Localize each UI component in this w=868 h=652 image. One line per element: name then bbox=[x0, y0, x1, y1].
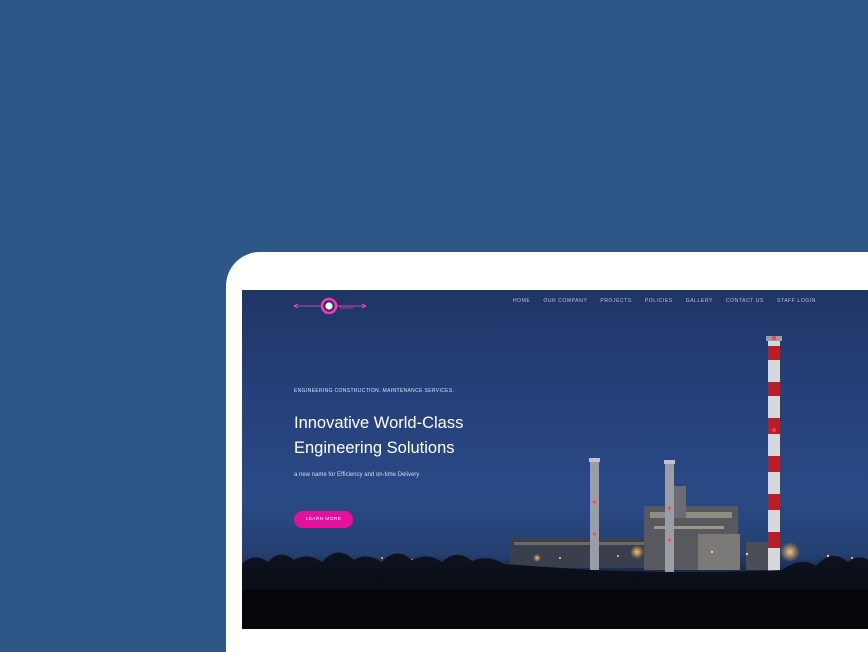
nav-item-projects[interactable]: PROJECTS bbox=[600, 298, 631, 304]
nav-item-contact-us[interactable]: CONTACT US bbox=[726, 298, 764, 304]
logo-icon bbox=[293, 297, 367, 315]
learn-more-button[interactable]: LEARN MORE bbox=[294, 511, 353, 528]
hero-headline: Innovative World-Class Engineering Solut… bbox=[294, 411, 534, 461]
hero-eyebrow: ENGINEERING CONSTRUCTION. MAINTENANCE SE… bbox=[294, 388, 455, 394]
website-screen: Turbon HOME OUR COMPANY PROJECTS POLICIE… bbox=[242, 290, 868, 629]
nav-item-our-company[interactable]: OUR COMPANY bbox=[543, 298, 587, 304]
nav-item-staff-login[interactable]: STAFF LOGIN bbox=[777, 298, 816, 304]
logo-wordmark: Turbon bbox=[339, 305, 354, 310]
nav-item-home[interactable]: HOME bbox=[513, 298, 530, 304]
nav-item-gallery[interactable]: GALLERY bbox=[686, 298, 713, 304]
nav-item-policies[interactable]: POLICIES bbox=[645, 298, 673, 304]
hero-headline-line-2: Engineering Solutions bbox=[294, 439, 455, 457]
hero-headline-line-1: Innovative World-Class bbox=[294, 414, 464, 432]
hero-subline: a new name for Efficiency and on-time De… bbox=[294, 472, 420, 478]
main-navigation: HOME OUR COMPANY PROJECTS POLICIES GALLE… bbox=[513, 298, 816, 304]
brand-logo[interactable] bbox=[293, 295, 374, 317]
